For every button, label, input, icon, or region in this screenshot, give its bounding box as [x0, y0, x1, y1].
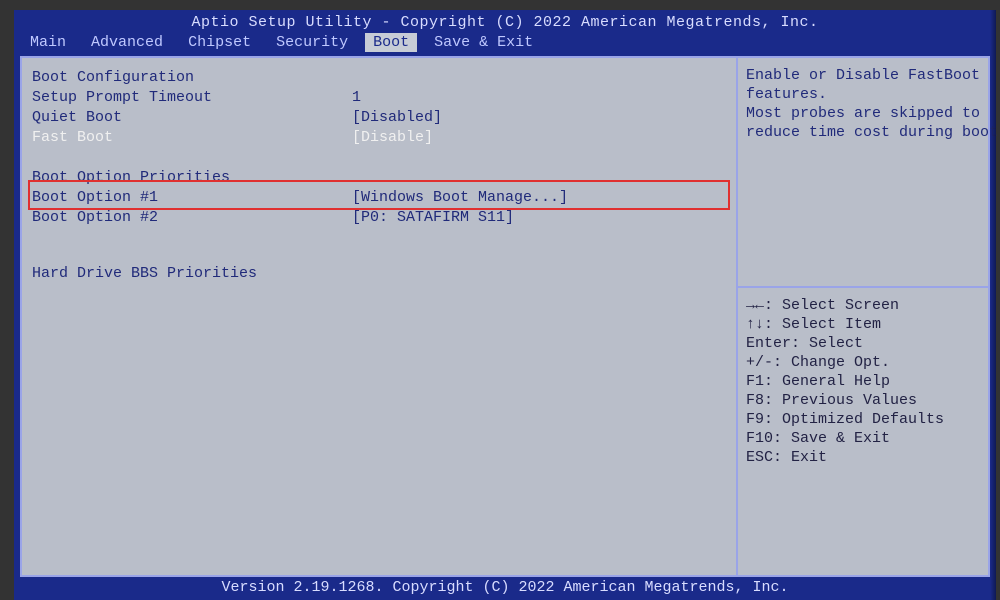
value-fast-boot: [Disable] — [352, 128, 433, 148]
value-setup-prompt-timeout: 1 — [352, 88, 361, 108]
spacer — [32, 148, 726, 166]
label-boot-option-2: Boot Option #2 — [32, 208, 352, 228]
help-line: features. — [746, 85, 980, 104]
tab-boot[interactable]: Boot — [365, 33, 417, 52]
key-select-item: ↑↓: Select Item — [746, 315, 980, 334]
key-general-help: F1: General Help — [746, 372, 980, 391]
key-save-exit: F10: Save & Exit — [746, 429, 980, 448]
spacer — [32, 228, 726, 246]
key-select-screen: →←: Select Screen — [746, 296, 980, 315]
content-frame: Boot Configuration Setup Prompt Timeout … — [20, 56, 990, 577]
label-fast-boot: Fast Boot — [32, 128, 352, 148]
row-boot-option-2[interactable]: Boot Option #2 [P0: SATAFIRM S11] — [32, 208, 726, 228]
tab-main[interactable]: Main — [22, 33, 74, 52]
row-boot-option-1[interactable]: Boot Option #1 [Windows Boot Manage...] — [32, 188, 726, 208]
row-hdd-bbs-priorities[interactable]: Hard Drive BBS Priorities — [32, 264, 726, 284]
key-optimized-defaults: F9: Optimized Defaults — [746, 410, 980, 429]
label-hdd-bbs: Hard Drive BBS Priorities — [32, 264, 352, 284]
section-label-priorities: Boot Option Priorities — [32, 168, 352, 188]
title-bar: Aptio Setup Utility - Copyright (C) 2022… — [14, 10, 996, 33]
section-boot-option-priorities: Boot Option Priorities — [32, 168, 726, 188]
help-line: Most probes are skipped to — [746, 104, 980, 123]
help-line: Enable or Disable FastBoot — [746, 66, 980, 85]
section-boot-configuration: Boot Configuration — [32, 68, 726, 88]
section-label: Boot Configuration — [32, 68, 352, 88]
key-enter-select: Enter: Select — [746, 334, 980, 353]
label-setup-prompt-timeout: Setup Prompt Timeout — [32, 88, 352, 108]
settings-pane: Boot Configuration Setup Prompt Timeout … — [22, 58, 738, 575]
row-setup-prompt-timeout[interactable]: Setup Prompt Timeout 1 — [32, 88, 726, 108]
tab-chipset[interactable]: Chipset — [180, 33, 259, 52]
value-boot-option-2: [P0: SATAFIRM S11] — [352, 208, 514, 228]
menu-bar: Main Advanced Chipset Security Boot Save… — [14, 33, 996, 54]
tab-advanced[interactable]: Advanced — [83, 33, 171, 52]
key-previous-values: F8: Previous Values — [746, 391, 980, 410]
info-pane: Enable or Disable FastBoot features. Mos… — [738, 58, 988, 575]
spacer — [32, 246, 726, 264]
label-boot-option-1: Boot Option #1 — [32, 188, 352, 208]
help-line: reduce time cost during boot. — [746, 123, 980, 142]
value-quiet-boot: [Disabled] — [352, 108, 442, 128]
help-text-panel: Enable or Disable FastBoot features. Mos… — [738, 58, 988, 288]
key-esc-exit: ESC: Exit — [746, 448, 980, 467]
row-fast-boot[interactable]: Fast Boot [Disable] — [32, 128, 726, 148]
tab-security[interactable]: Security — [268, 33, 356, 52]
value-boot-option-1: [Windows Boot Manage...] — [352, 188, 568, 208]
footer-bar: Version 2.19.1268. Copyright (C) 2022 Am… — [14, 577, 996, 600]
tab-save-exit[interactable]: Save & Exit — [426, 33, 541, 52]
key-legend-panel: →←: Select Screen ↑↓: Select Item Enter:… — [738, 288, 988, 575]
bios-screen: Aptio Setup Utility - Copyright (C) 2022… — [0, 0, 1000, 600]
key-change-opt: +/-: Change Opt. — [746, 353, 980, 372]
bezel-shadow — [990, 10, 996, 600]
row-quiet-boot[interactable]: Quiet Boot [Disabled] — [32, 108, 726, 128]
label-quiet-boot: Quiet Boot — [32, 108, 352, 128]
